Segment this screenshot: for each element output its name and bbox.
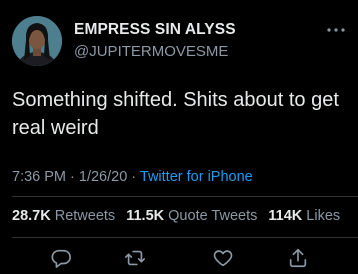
author-display-name[interactable]: EMPRESS SIN ALYSS [74,20,236,40]
author-handle[interactable]: @JUPITERMOVESME [74,42,236,62]
share-icon [287,247,309,269]
likes-label: Likes [306,208,341,224]
retweet-button[interactable] [124,247,146,269]
heart-icon [212,247,234,269]
reply-icon [50,247,72,269]
retweet-icon [124,247,146,269]
retweets-label: Retweets [54,208,116,224]
quote-tweets-count: 11.5K [126,208,165,224]
reply-button[interactable] [50,247,72,269]
avatar[interactable] [12,16,62,66]
tweet-actions [0,247,358,271]
author-block: EMPRESS SIN ALYSS @JUPITERMOVESME [74,20,236,62]
share-button[interactable] [287,247,309,269]
tweet-stats: 28.7K Retweets 11.5K Quote Tweets 114K L… [12,206,347,226]
tweet-meta: 7:36 PM · 1/26/20 · Twitter for iPhone [12,167,253,187]
divider [12,196,358,197]
quote-tweets-label: Quote Tweets [168,208,258,224]
meta-separator: · [127,169,140,185]
likes-count: 114K [268,208,303,224]
tweet-time[interactable]: 7:36 PM [12,169,66,185]
meta-separator: · [66,169,79,185]
tweet-source-link[interactable]: Twitter for iPhone [140,169,253,185]
retweets-count: 28.7K [12,208,51,224]
quote-tweets-stat[interactable]: 11.5K Quote Tweets [126,208,257,224]
divider [12,237,358,238]
retweets-stat[interactable]: 28.7K Retweets [12,208,115,224]
more-horizontal-icon[interactable] [326,22,346,32]
tweet-detail: EMPRESS SIN ALYSS @JUPITERMOVESME Someth… [0,0,358,274]
tweet-date[interactable]: 1/26/20 [79,169,127,185]
tweet-text: Something shifted. Shits about to get re… [12,89,339,139]
likes-stat[interactable]: 114K Likes [268,208,340,224]
like-button[interactable] [212,247,234,269]
